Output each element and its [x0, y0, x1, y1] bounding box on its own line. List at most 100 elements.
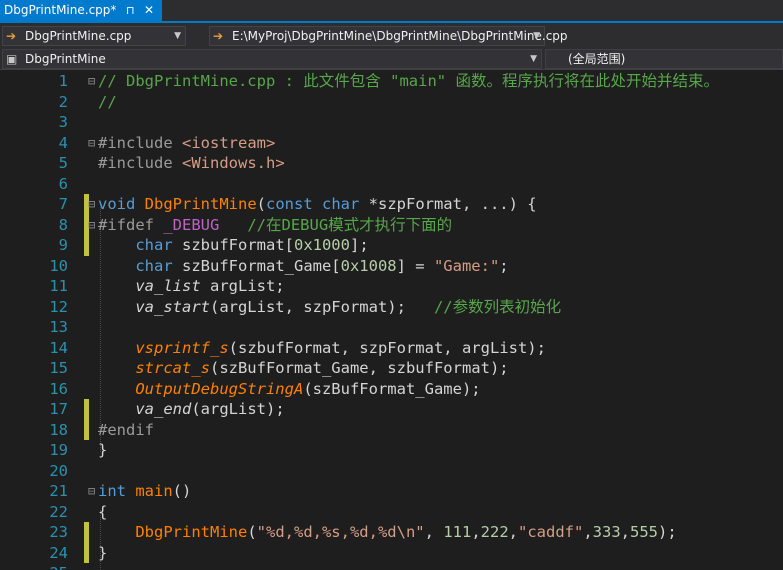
code-line[interactable]: 20 [0, 461, 783, 482]
code-line[interactable]: 8 ⊟ #ifdef _DEBUG //在DEBUG模式才执行下面的 [0, 214, 783, 236]
code-token: #include [98, 154, 182, 172]
code-text: DbgPrintMine("%d,%d,%s,%d,%d\n", 111,222… [98, 522, 676, 543]
code-token: } [98, 441, 108, 459]
code-line[interactable]: 19} [0, 440, 783, 461]
line-number: 24 [49, 543, 68, 562]
code-text: strcat_s(szBufFormat_Game, szbufFormat); [98, 358, 508, 379]
code-text: void DbgPrintMine(const char *szpFormat,… [98, 194, 537, 215]
collapse-icon[interactable]: ⊟ [88, 71, 95, 92]
code-text: va_start(argList, szpFormat); //参数列表初始化 [98, 297, 561, 318]
collapse-icon[interactable]: ⊟ [88, 481, 95, 502]
code-token: "Game:" [433, 256, 500, 275]
line-number: 6 [58, 174, 68, 193]
line-number: 25 [0, 563, 68, 570]
code-token: 222 [480, 523, 509, 541]
code-token: va_start [135, 297, 210, 316]
code-line[interactable]: 9 char szbufFormat[0x1000]; [0, 235, 783, 256]
code-token: ; [499, 256, 509, 275]
line-number: 5 [58, 154, 68, 172]
chevron-down-icon: ▼ [533, 31, 540, 41]
code-token: char [135, 236, 182, 254]
code-line[interactable]: 6 [0, 174, 783, 195]
code-token: char [135, 256, 182, 275]
code-token: ]; [349, 236, 369, 254]
code-line[interactable]: 12 va_start(argList, szpFormat); //参数列表初… [0, 297, 783, 318]
code-line[interactable]: 24} [0, 542, 783, 564]
code-token: #include [98, 133, 182, 152]
change-marker [84, 235, 89, 256]
arrow-right-icon: ➔ [6, 29, 17, 43]
code-line[interactable]: 21 ⊟ int main() [0, 481, 783, 502]
file-combo-value: DbgPrintMine.cpp [25, 29, 132, 43]
code-token: ( [247, 523, 257, 541]
code-line[interactable]: 1 ⊟// DbgPrintMine.cpp : 此文件包含 "main" 函数。… [0, 71, 783, 92]
file-combo[interactable]: ➔ DbgPrintMine.cpp ▼ [2, 26, 186, 46]
code-token: const char [266, 195, 369, 213]
code-line[interactable]: 5 #include <Windows.h> [0, 153, 783, 174]
code-line[interactable]: 22 { [0, 502, 783, 523]
code-line[interactable]: 23 DbgPrintMine("%d,%d,%s,%d,%d\n", 111,… [0, 522, 783, 543]
code-line[interactable]: 3 [0, 112, 783, 133]
line-number: 11 [49, 277, 68, 295]
code-editor[interactable]: 1 ⊟// DbgPrintMine.cpp : 此文件包含 "main" 函数。… [0, 70, 783, 570]
code-line[interactable]: 10 char szBufFormat_Game[0x1008] = "Game… [0, 256, 783, 277]
code-token: //在DEBUG模式才执行下面的 [219, 215, 453, 234]
code-line[interactable]: 18 #endif [0, 419, 783, 441]
code-line[interactable]: 15 strcat_s(szBufFormat_Game, szbufForma… [0, 358, 783, 379]
code-token: ( [256, 195, 266, 213]
line-number: 8 [58, 215, 68, 234]
code-text: #include <iostream> [98, 133, 275, 154]
code-token: vsprintf_s [135, 338, 229, 357]
code-token: { [98, 502, 108, 521]
tab-dbgprintmine[interactable]: DbgPrintMine.cpp* ⊓ ✕ [0, 0, 162, 21]
scope-bar: ▣ DbgPrintMine ▼ (全局范围) [0, 49, 783, 70]
code-line[interactable]: 14 vsprintf_s(szbufFormat, szpFormat, ar… [0, 338, 783, 359]
collapse-icon[interactable]: ⊟ [88, 215, 95, 236]
change-marker [84, 399, 89, 420]
code-token: "%d,%d,%s,%d,%d\n" [256, 523, 425, 541]
code-token: , [583, 523, 593, 541]
line-number: 1 [58, 72, 68, 90]
line-number: 3 [58, 113, 68, 131]
code-line[interactable]: 16 OutputDebugStringA(szBufFormat_Game); [0, 379, 783, 400]
code-line[interactable]: 25 [0, 563, 783, 570]
code-token: (szBufFormat_Game); [303, 379, 481, 398]
project-combo-value: DbgPrintMine [25, 52, 106, 66]
code-token: 333 [592, 523, 621, 541]
code-token: OutputDebugStringA [135, 379, 304, 398]
line-number: 7 [58, 195, 68, 213]
code-text: va_list argList; [98, 276, 284, 297]
close-icon[interactable]: ✕ [144, 0, 154, 21]
line-number: 19 [49, 441, 68, 459]
path-combo[interactable]: ➔ E:\MyProj\DbgPrintMine\DbgPrintMine\Db… [209, 26, 568, 46]
change-marker [84, 542, 89, 563]
code-token: // DbgPrintMine.cpp : 此文件包含 "main" 函数。程序… [98, 72, 719, 90]
change-marker [84, 419, 89, 440]
code-line[interactable]: 13 [0, 317, 783, 338]
code-line[interactable]: 2 // [0, 92, 783, 113]
chevron-down-icon: ▼ [530, 54, 537, 64]
scope-combo[interactable]: (全局范围) [545, 49, 783, 69]
code-token: <Windows.h> [182, 154, 285, 172]
code-text: } [98, 543, 107, 564]
scope-combo-value: (全局范围) [568, 52, 626, 66]
pin-icon[interactable]: ⊓ [126, 0, 135, 21]
collapse-icon[interactable]: ⊟ [88, 194, 95, 215]
code-token: szbufFormat[ [182, 236, 294, 254]
line-number: 15 [49, 359, 68, 377]
code-token: #ifdef [98, 215, 164, 234]
code-line[interactable]: 7 ⊟ void DbgPrintMine(const char *szpForma… [0, 194, 783, 215]
code-token: (szbufFormat, szpFormat, argList); [228, 338, 546, 357]
code-line[interactable]: 17 va_end(argList); [0, 399, 783, 420]
code-line[interactable]: 4 ⊟ #include <iostream> [0, 133, 783, 154]
code-text: } [98, 440, 107, 461]
code-text: #endif [98, 420, 154, 441]
code-token: DbgPrintMine [144, 195, 257, 213]
collapse-icon[interactable]: ⊟ [88, 133, 95, 154]
code-line[interactable]: 11 va_list argList; [0, 276, 783, 297]
project-combo[interactable]: ▣ DbgPrintMine ▼ [2, 49, 542, 69]
